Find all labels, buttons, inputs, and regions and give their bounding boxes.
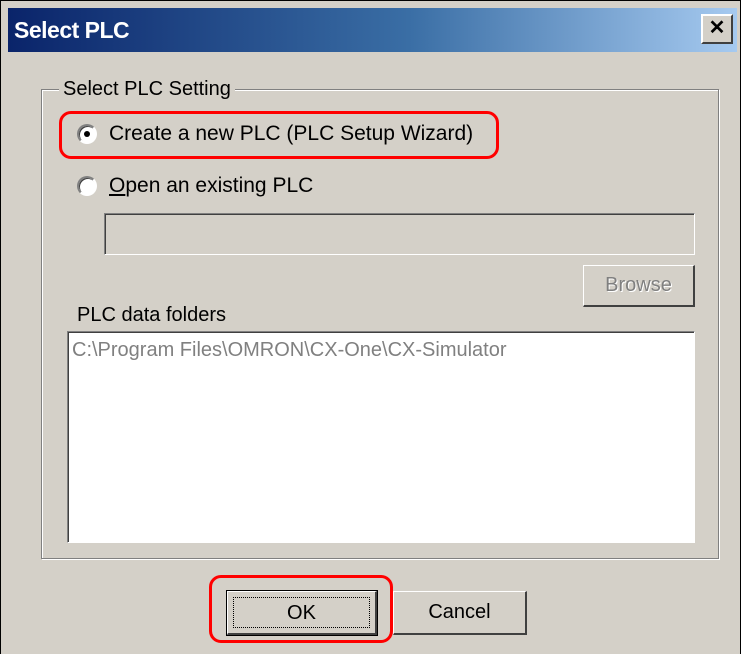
existing-plc-path-field[interactable] <box>104 213 695 255</box>
select-plc-dialog: Select PLC ✕ Select PLC Setting Create a… <box>0 0 741 654</box>
close-icon: ✕ <box>708 17 726 39</box>
highlight-ok-button <box>209 575 393 643</box>
highlight-create-new-option <box>59 111 499 159</box>
open-existing-accelerator: O <box>109 174 126 197</box>
list-item[interactable]: C:\Program Files\OMRON\CX-One\CX-Simulat… <box>68 332 694 362</box>
plc-data-folders-label: PLC data folders <box>77 304 226 326</box>
cancel-button[interactable]: Cancel <box>393 591 527 635</box>
open-existing-plc-label[interactable]: Open an existing PLC <box>109 173 313 199</box>
browse-button[interactable]: Browse <box>583 265 695 307</box>
title-bar[interactable]: Select PLC ✕ <box>8 8 737 52</box>
group-legend: Select PLC Setting <box>59 77 235 101</box>
open-existing-plc-radio[interactable] <box>77 176 97 196</box>
window-title: Select PLC <box>14 17 130 43</box>
open-existing-label-text: pen an existing PLC <box>125 174 314 197</box>
screenshot-stage: Select PLC ✕ Select PLC Setting Create a… <box>0 0 743 654</box>
plc-data-folders-list[interactable]: C:\Program Files\OMRON\CX-One\CX-Simulat… <box>67 331 695 543</box>
close-button[interactable]: ✕ <box>701 14 733 44</box>
open-existing-plc-option[interactable]: Open an existing PLC <box>77 173 313 199</box>
